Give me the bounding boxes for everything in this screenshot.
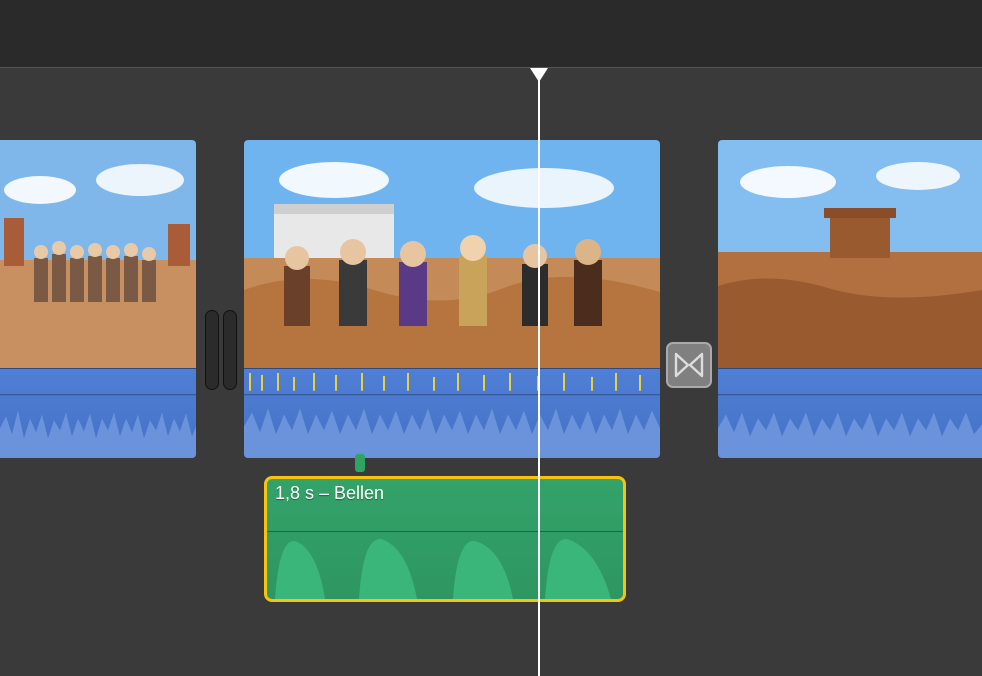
video-clip[interactable] bbox=[0, 140, 196, 458]
clip-thumbnail bbox=[0, 140, 196, 368]
sfx-anchor-pin[interactable] bbox=[355, 454, 365, 472]
clip-audio-waveform[interactable] bbox=[0, 368, 196, 458]
video-clip[interactable] bbox=[244, 140, 660, 458]
timeline[interactable]: 1,8 s – Bellen bbox=[0, 68, 982, 676]
playhead[interactable] bbox=[538, 68, 540, 676]
sfx-waveform bbox=[267, 529, 623, 599]
clip-audio-waveform[interactable] bbox=[244, 368, 660, 458]
trim-handle[interactable] bbox=[223, 310, 237, 390]
transition-icon[interactable] bbox=[666, 342, 712, 388]
video-clip[interactable] bbox=[718, 140, 982, 458]
sfx-label: 1,8 s – Bellen bbox=[275, 483, 384, 504]
toolbar bbox=[0, 0, 982, 68]
video-track bbox=[0, 140, 982, 458]
clip-audio-waveform[interactable] bbox=[718, 368, 982, 458]
trim-handle[interactable] bbox=[205, 310, 219, 390]
sound-effect-clip[interactable]: 1,8 s – Bellen bbox=[264, 476, 626, 602]
clip-thumbnail bbox=[718, 140, 982, 368]
clip-thumbnail bbox=[244, 140, 660, 368]
